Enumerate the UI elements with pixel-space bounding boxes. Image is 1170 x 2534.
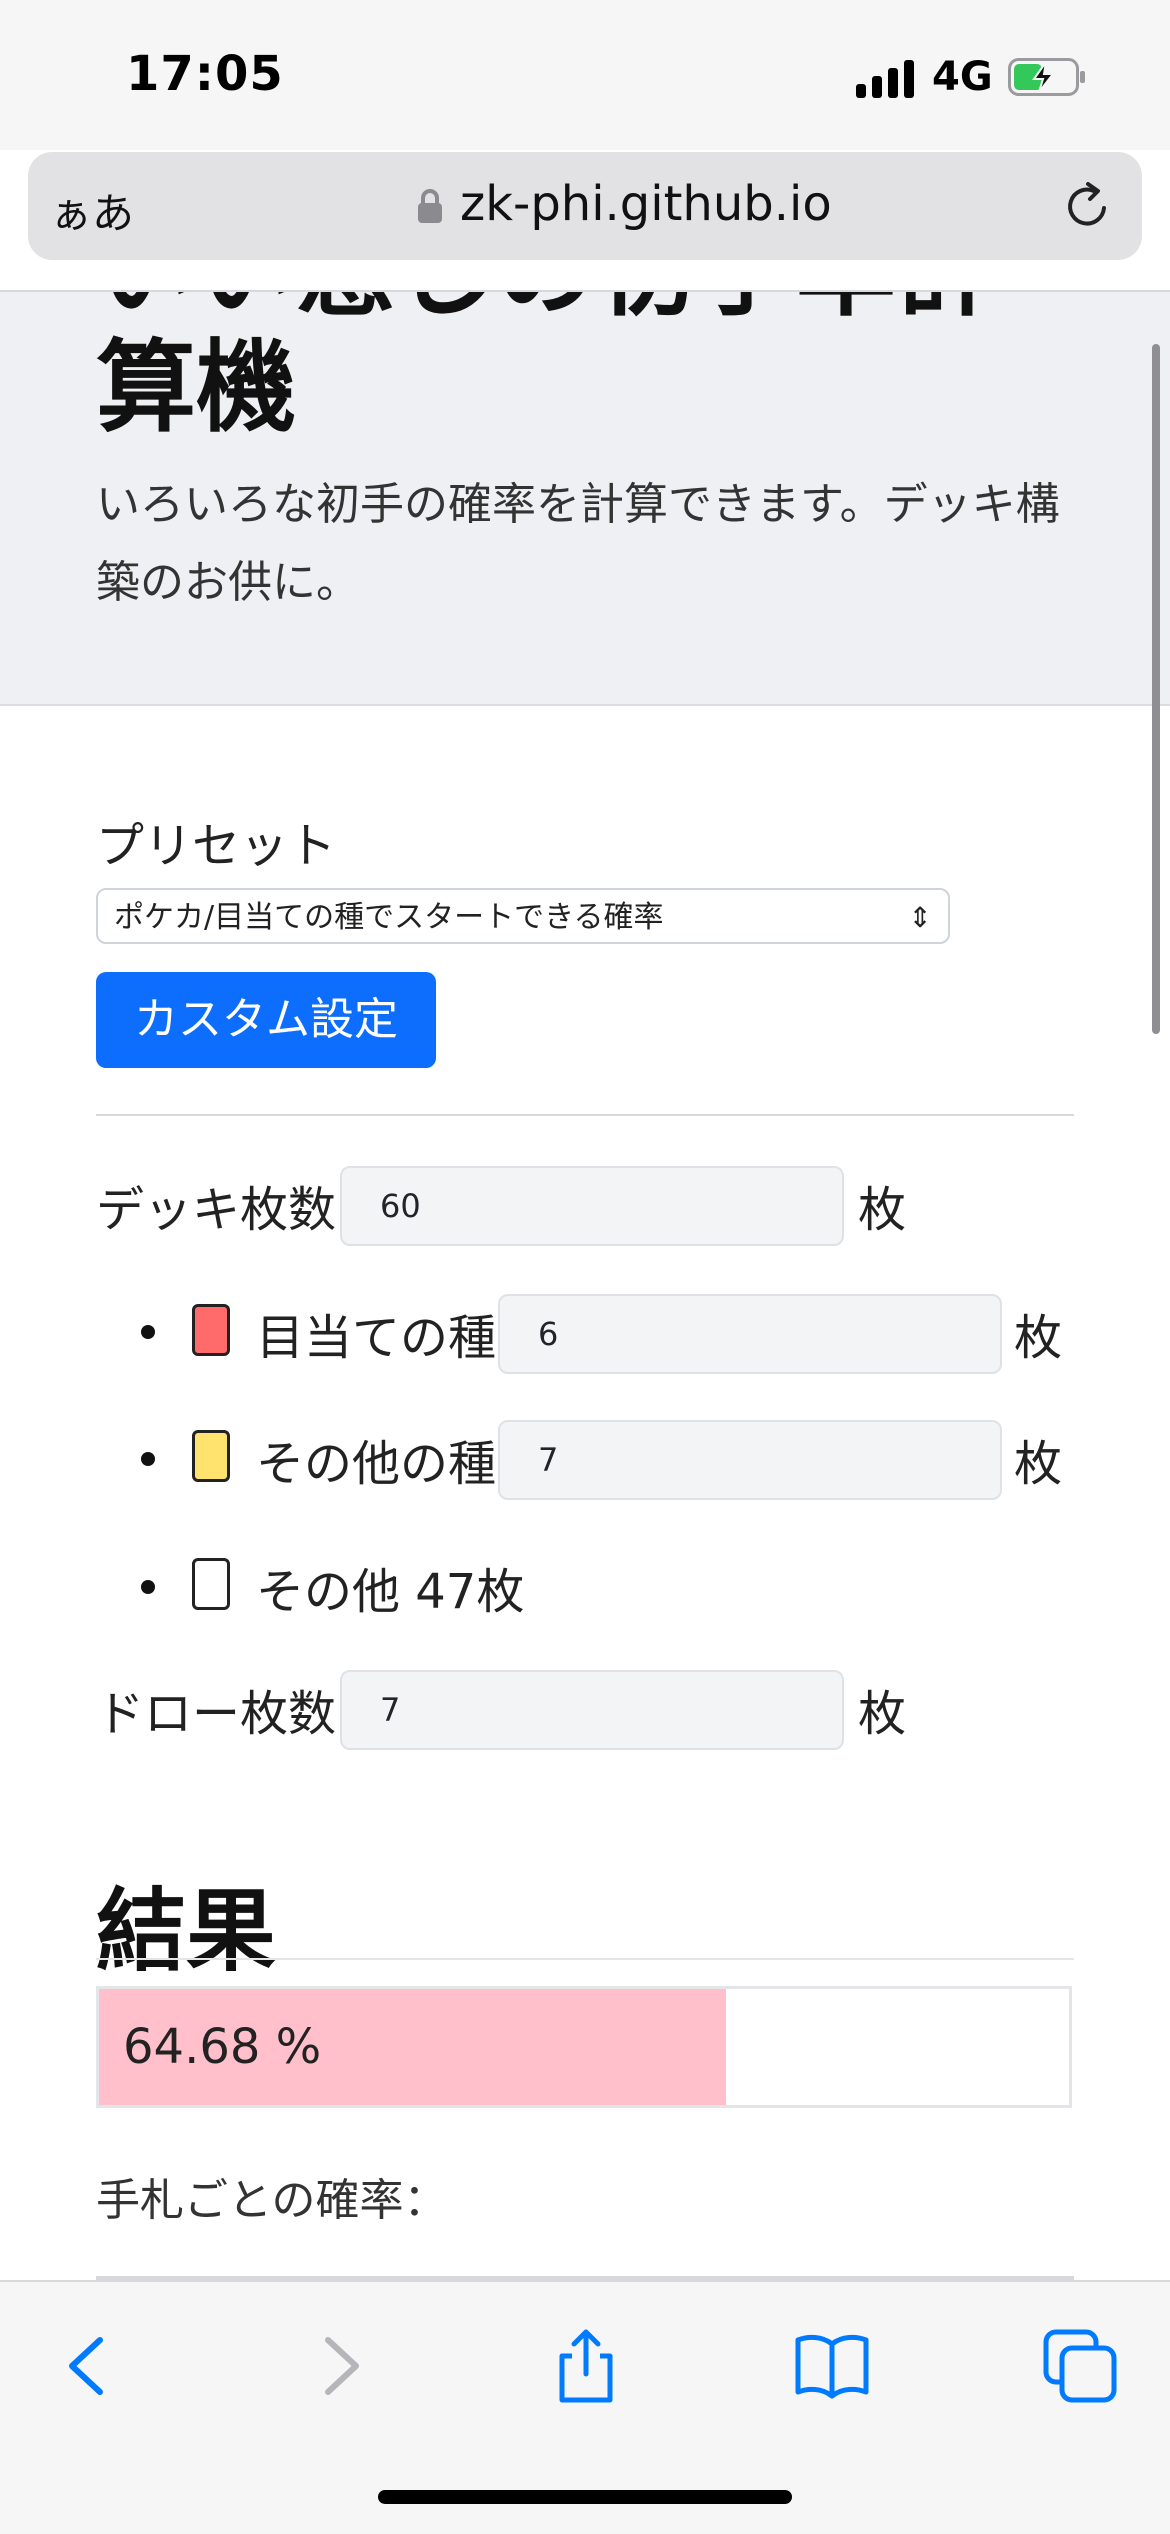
back-icon[interactable] — [48, 2326, 128, 2406]
page-lead: いろいろな初手の確率を計算できます。デッキ構築のお供に。 — [96, 479, 1060, 608]
network-type: 4G — [932, 54, 993, 100]
probability-bar: 64.68 % — [96, 1986, 1072, 2108]
custom-settings-button[interactable]: カスタム設定 — [96, 972, 436, 1068]
draw-count-input[interactable]: 7 — [340, 1670, 844, 1750]
battery-charging-icon — [1008, 58, 1085, 96]
chevron-updown-icon: ⇕ — [908, 901, 932, 934]
forward-icon[interactable] — [300, 2326, 380, 2406]
other-cards-label: その他 47枚 — [256, 1564, 525, 1620]
preset-select[interactable]: ポケカ/目当ての種でスタートできる確率 ⇕ — [96, 888, 950, 944]
unit-label: 枚 — [1014, 1436, 1063, 1492]
lock-icon — [418, 189, 442, 223]
signal-icon — [856, 58, 916, 98]
deck-count-label: デッキ枚数 — [96, 1182, 337, 1238]
color-swatch-yellow — [192, 1430, 230, 1482]
address-bar[interactable]: ぁあ zk-phi.github.io — [28, 152, 1142, 260]
list-bullet — [141, 1580, 155, 1594]
list-bullet — [141, 1452, 155, 1466]
url-domain[interactable]: zk-phi.github.io — [460, 176, 832, 232]
other-basic-label: その他の種 — [256, 1436, 497, 1492]
text-size-button[interactable]: ぁあ — [50, 180, 134, 241]
bookmarks-icon[interactable] — [792, 2326, 872, 2406]
result-heading: 結果 — [96, 1879, 276, 1984]
page-title-line1: いい感じの初手率計 — [96, 292, 996, 322]
divider — [96, 1958, 1074, 1960]
page-header: いい感じの初手率計 算機 いろいろな初手の確率を計算できます。デッキ構築のお供に… — [0, 292, 1170, 706]
unit-label: 枚 — [858, 1686, 907, 1742]
page-title-line2: 算機 — [96, 329, 296, 446]
status-bar: 17:05 4G — [0, 0, 1170, 150]
list-bullet — [141, 1325, 155, 1339]
home-indicator — [378, 2490, 792, 2504]
scrollbar[interactable] — [1152, 344, 1160, 1034]
unit-label: 枚 — [1014, 1310, 1063, 1366]
share-icon[interactable] — [546, 2326, 626, 2406]
target-basic-input[interactable]: 6 — [498, 1294, 1002, 1374]
unit-label: 枚 — [858, 1182, 907, 1238]
preset-label: プリセット — [96, 818, 337, 874]
color-swatch-red — [192, 1304, 230, 1356]
deck-count-input[interactable]: 60 — [340, 1166, 844, 1246]
color-swatch-white — [192, 1558, 230, 1610]
status-time: 17:05 — [126, 46, 284, 102]
probability-value: 64.68 % — [123, 2019, 322, 2075]
divider — [96, 1114, 1074, 1116]
other-basic-input[interactable]: 7 — [498, 1420, 1002, 1500]
tabs-icon[interactable] — [1040, 2326, 1120, 2406]
per-hand-label: 手札ごとの確率： — [96, 2175, 448, 2226]
draw-count-label: ドロー枚数 — [96, 1686, 337, 1742]
preset-selected-value: ポケカ/目当ての種でスタートできる確率 — [114, 900, 664, 935]
reload-icon[interactable] — [1060, 178, 1116, 234]
target-basic-label: 目当ての種 — [256, 1310, 497, 1366]
